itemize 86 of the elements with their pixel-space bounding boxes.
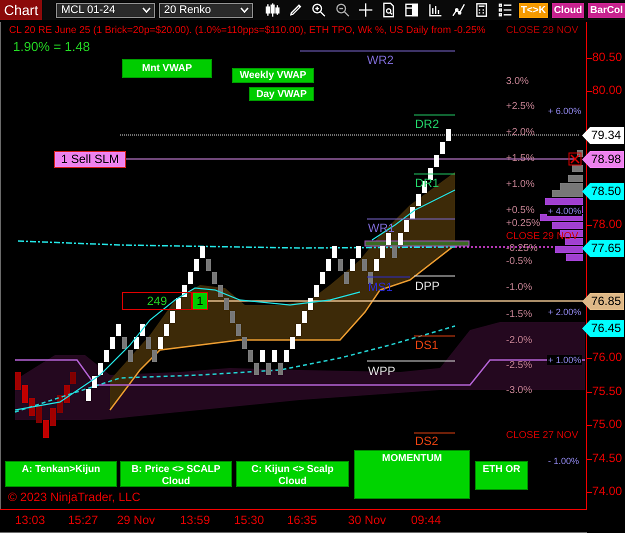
price-label: 75.50 [592,384,622,398]
chevron-down-icon [240,7,249,13]
pivot-label: WR2 [367,53,394,67]
pivot-line [414,432,456,434]
pivot-label: DPP [415,279,440,293]
candlestick-icon[interactable] [264,2,280,18]
copyright-text: © 2023 NinjaTrader, LLC [8,490,140,504]
percent-label: -1.5% [506,309,532,320]
close-label: CLOSE 29 NOV [506,25,578,36]
position-badge: 1 [192,292,208,310]
calculator-icon[interactable] [474,2,490,18]
percent-label: +0.5% [506,205,535,216]
time-label: 15:27 [68,513,98,527]
price-label: 80.00 [592,83,622,98]
price-marker: 79.34 [582,127,624,144]
percent-label: -1.0% [506,282,532,293]
percent-label: -2.5% [506,360,532,371]
panel-icon[interactable] [404,2,420,18]
price-bars-drawing [15,372,76,438]
percent-label: +0.25% [506,218,540,229]
weekly-percent-label: + 6.00% [547,106,582,116]
zoom-in-icon[interactable] [311,2,327,18]
time-label: 13:03 [14,513,46,527]
signal-button[interactable]: C: Kijun <> Scalp Cloud [236,461,349,487]
chart-title: Chart [0,0,42,20]
time-label: 15:30 [234,513,264,527]
time-label: 29 Nov [116,513,156,527]
toggle-button[interactable]: BarCol [588,2,625,18]
vwap-button[interactable]: Day VWAP [249,87,314,101]
price-label: 75.00 [592,417,622,432]
percent-label: -2.0% [506,335,532,346]
pivot-line [366,276,410,278]
price-marker: 78.98 [582,151,624,168]
order-label[interactable]: 1 Sell SLM [54,151,126,168]
price-label: 80.50 [592,50,622,64]
chart-header: CL 20 RE June 25 (1 Brick=20p=$20.00). (1.0%=110pps=$110.00), ETH TPO, Wk %, US Daily from -0.25% [9,25,486,36]
percent-label: +2.5% [506,101,535,112]
signal-button[interactable]: ETH OR [475,461,528,490]
bar-type-dropdown[interactable]: 20 Renko [158,2,253,18]
crosshair-icon[interactable] [358,2,374,18]
price-label: 76.00 [592,350,622,364]
percent-label: +1.0% [506,179,535,190]
time-label: 30 Nov [348,513,386,527]
zoom-out-icon[interactable] [334,2,350,18]
summary-text: 1.90% = 1.48 [13,39,90,54]
close-x-icon[interactable] [568,152,582,166]
close-label: CLOSE 27 NOV [506,430,578,441]
time-label: 13:59 [180,513,210,527]
percent-label: -0.25% [506,243,538,254]
time-label: 16:35 [286,513,318,527]
percent-label: 3.0% [506,76,529,87]
price-marker: 76.45 [582,320,624,337]
signal-button[interactable]: B: Price <> SCALP Cloud [120,461,232,487]
percent-label: +2.0% [506,127,535,138]
time-label: 09:44 [410,513,442,527]
pivot-label: DS1 [415,338,438,352]
chevron-down-icon [142,7,151,13]
vwap-button[interactable]: Weekly VWAP [232,68,314,83]
percent-label: -3.0% [506,385,532,396]
list-icon[interactable] [498,2,513,18]
pivot-label: DR2 [415,117,440,131]
pivot-label: DS2 [415,434,438,448]
signal-button[interactable]: MOMENTUM [354,450,470,499]
toggle-button[interactable]: Cloud [552,2,584,18]
weekly-percent-label: + 4.00% [547,206,582,216]
weekly-percent-label: + 2.00% [547,307,582,317]
pencil-icon[interactable] [288,2,304,18]
position-quantity: 249 [122,292,192,310]
vwap-button[interactable]: Mnt VWAP [122,59,212,78]
pivot-label: WPP [368,364,396,378]
bar-data-icon[interactable] [428,2,444,18]
line-chart-icon[interactable] [451,2,466,18]
weekly-percent-label: + 1.00% [547,355,582,365]
pivot-line [414,114,456,116]
signal-button[interactable]: A: Tenkan>Kijun [5,461,117,487]
price-marker: 76.85 [582,293,624,310]
price-marker: 78.50 [582,183,624,200]
price-label: 74.50 [592,450,622,465]
document-search-icon[interactable] [381,2,396,18]
price-marker: 77.65 [582,240,624,257]
weekly-percent-label: - 1.00% [547,456,580,466]
toggle-button[interactable]: T<>K [518,2,548,18]
instrument-dropdown[interactable]: MCL 01-24 [56,2,155,18]
price-label: 78.00 [592,216,622,231]
percent-label: -0.5% [506,256,532,267]
price-label: 74.00 [592,484,622,498]
